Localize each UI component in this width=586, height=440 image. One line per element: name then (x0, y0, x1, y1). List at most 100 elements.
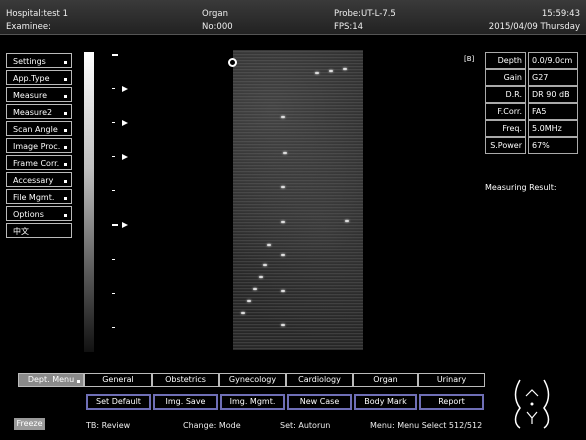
param-value: 67% (528, 137, 578, 154)
ultrasound-image[interactable] (233, 50, 363, 350)
depth-tick (112, 88, 115, 89)
menu-measure2[interactable]: Measure2 (6, 104, 72, 119)
echo-point (329, 70, 333, 72)
menu-label: App.Type (13, 74, 50, 83)
param-value: 5.0MHz (528, 120, 578, 137)
menu-settings[interactable]: Settings (6, 53, 72, 68)
status-change: Change: Mode (183, 421, 241, 430)
echo-point (241, 312, 245, 314)
echo-point (281, 116, 285, 118)
param-label: D.R. (485, 86, 526, 103)
depth-tick (112, 54, 118, 56)
echo-point (281, 290, 285, 292)
depth-tick (112, 122, 115, 123)
tab-label: General (102, 375, 134, 384)
menu-scan-angle[interactable]: Scan Angle (6, 121, 72, 136)
body-mark-button[interactable]: Body Mark (354, 394, 417, 410)
echo-point (281, 324, 285, 326)
tab-gynecology[interactable]: Gynecology (219, 373, 286, 387)
menu-label: Measure2 (13, 108, 53, 117)
tab-obstetrics[interactable]: Obstetrics (152, 373, 219, 387)
submenu-indicator-icon (64, 95, 67, 98)
tab-organ[interactable]: Organ (353, 373, 418, 387)
menu-frame-corr[interactable]: Frame Corr. (6, 155, 72, 170)
param-value: FA5 (528, 103, 578, 120)
organ-label: Organ (202, 9, 229, 19)
submenu-indicator-icon (64, 112, 67, 115)
menu-image-proc[interactable]: Image Proc. (6, 138, 72, 153)
depth-tick (112, 259, 115, 260)
tab-urinary[interactable]: Urinary (418, 373, 485, 387)
focus-marker-icon[interactable] (122, 154, 128, 160)
examinee-label: Examinee: (6, 22, 51, 32)
menu-measure[interactable]: Measure (6, 87, 72, 102)
echo-point (281, 254, 285, 256)
tab-cardiology[interactable]: Cardiology (286, 373, 353, 387)
echo-point (263, 264, 267, 266)
submenu-indicator-icon (64, 163, 67, 166)
status-menu: Menu: Menu Select 512/512 (370, 421, 483, 430)
report-button[interactable]: Report (419, 394, 484, 410)
depth-tick (112, 156, 115, 157)
tab-label: Cardiology (298, 375, 341, 384)
submenu-indicator-icon (64, 78, 67, 81)
param-value: 0.0/9.0cm (528, 52, 578, 69)
clock-date: 2015/04/09 Thursday (488, 22, 580, 32)
menu-label: File Mgmt. (13, 193, 55, 202)
focus-marker-icon[interactable] (122, 120, 128, 126)
probe-orientation-marker-icon (228, 58, 237, 67)
grayscale-bar (84, 52, 94, 352)
menu-options[interactable]: Options (6, 206, 72, 221)
new-case-button[interactable]: New Case (287, 394, 352, 410)
menu-language[interactable]: 中文 (6, 223, 72, 238)
menu-label: Options (13, 210, 44, 219)
param-value: G27 (528, 69, 578, 86)
menu-app-type[interactable]: App.Type (6, 70, 72, 85)
measuring-result-label: Measuring Result: (485, 183, 557, 192)
menu-accessary[interactable]: Accessary (6, 172, 72, 187)
menu-label: Accessary (13, 176, 54, 185)
echo-point (259, 276, 263, 278)
mode-indicator: [B] (464, 55, 475, 63)
echo-point (247, 300, 251, 302)
status-set: Set: Autorun (280, 421, 331, 430)
param-label: Depth (485, 52, 526, 69)
param-value: DR 90 dB (528, 86, 578, 103)
menu-label: Scan Angle (13, 125, 58, 134)
tab-label: Obstetrics (165, 375, 206, 384)
depth-tick (112, 327, 115, 328)
param-label: Freq. (485, 120, 526, 137)
status-tb: TB: Review (86, 421, 131, 430)
tab-label: Urinary (436, 375, 467, 384)
param-label: F.Corr. (485, 103, 526, 120)
depth-tick (112, 293, 115, 294)
depth-scale (110, 52, 135, 352)
img-save-button[interactable]: Img. Save (153, 394, 218, 410)
echo-point (267, 244, 271, 246)
focus-marker-icon[interactable] (122, 222, 128, 228)
submenu-indicator-icon (64, 214, 67, 217)
submenu-indicator-icon (64, 197, 67, 200)
body-mark-icon[interactable] (512, 378, 552, 430)
echo-point (281, 221, 285, 223)
depth-tick (112, 190, 115, 191)
tab-dept-menu[interactable]: Dept. Menu (18, 373, 84, 387)
tab-label: Gynecology (228, 375, 277, 384)
param-label: S.Power (485, 137, 526, 154)
focus-marker-icon[interactable] (122, 86, 128, 92)
submenu-indicator-icon (64, 129, 67, 132)
tab-general[interactable]: General (84, 373, 152, 387)
img-mgmt-button[interactable]: Img. Mgmt. (220, 394, 285, 410)
case-number: No:000 (202, 22, 233, 32)
tab-label: Dept. Menu (27, 375, 75, 384)
menu-file-mgmt[interactable]: File Mgmt. (6, 189, 72, 204)
fps-readout: FPS:14 (334, 22, 364, 32)
echo-point (315, 72, 319, 74)
header-bar: Hospital:test 1 Examinee: Organ No:000 P… (0, 0, 586, 35)
hospital-label: Hospital:test 1 (6, 9, 68, 19)
freeze-indicator[interactable]: Freeze (14, 418, 45, 430)
set-default-button[interactable]: Set Default (86, 394, 151, 410)
echo-point (343, 68, 347, 70)
submenu-indicator-icon (77, 380, 80, 383)
echo-point (281, 186, 285, 188)
